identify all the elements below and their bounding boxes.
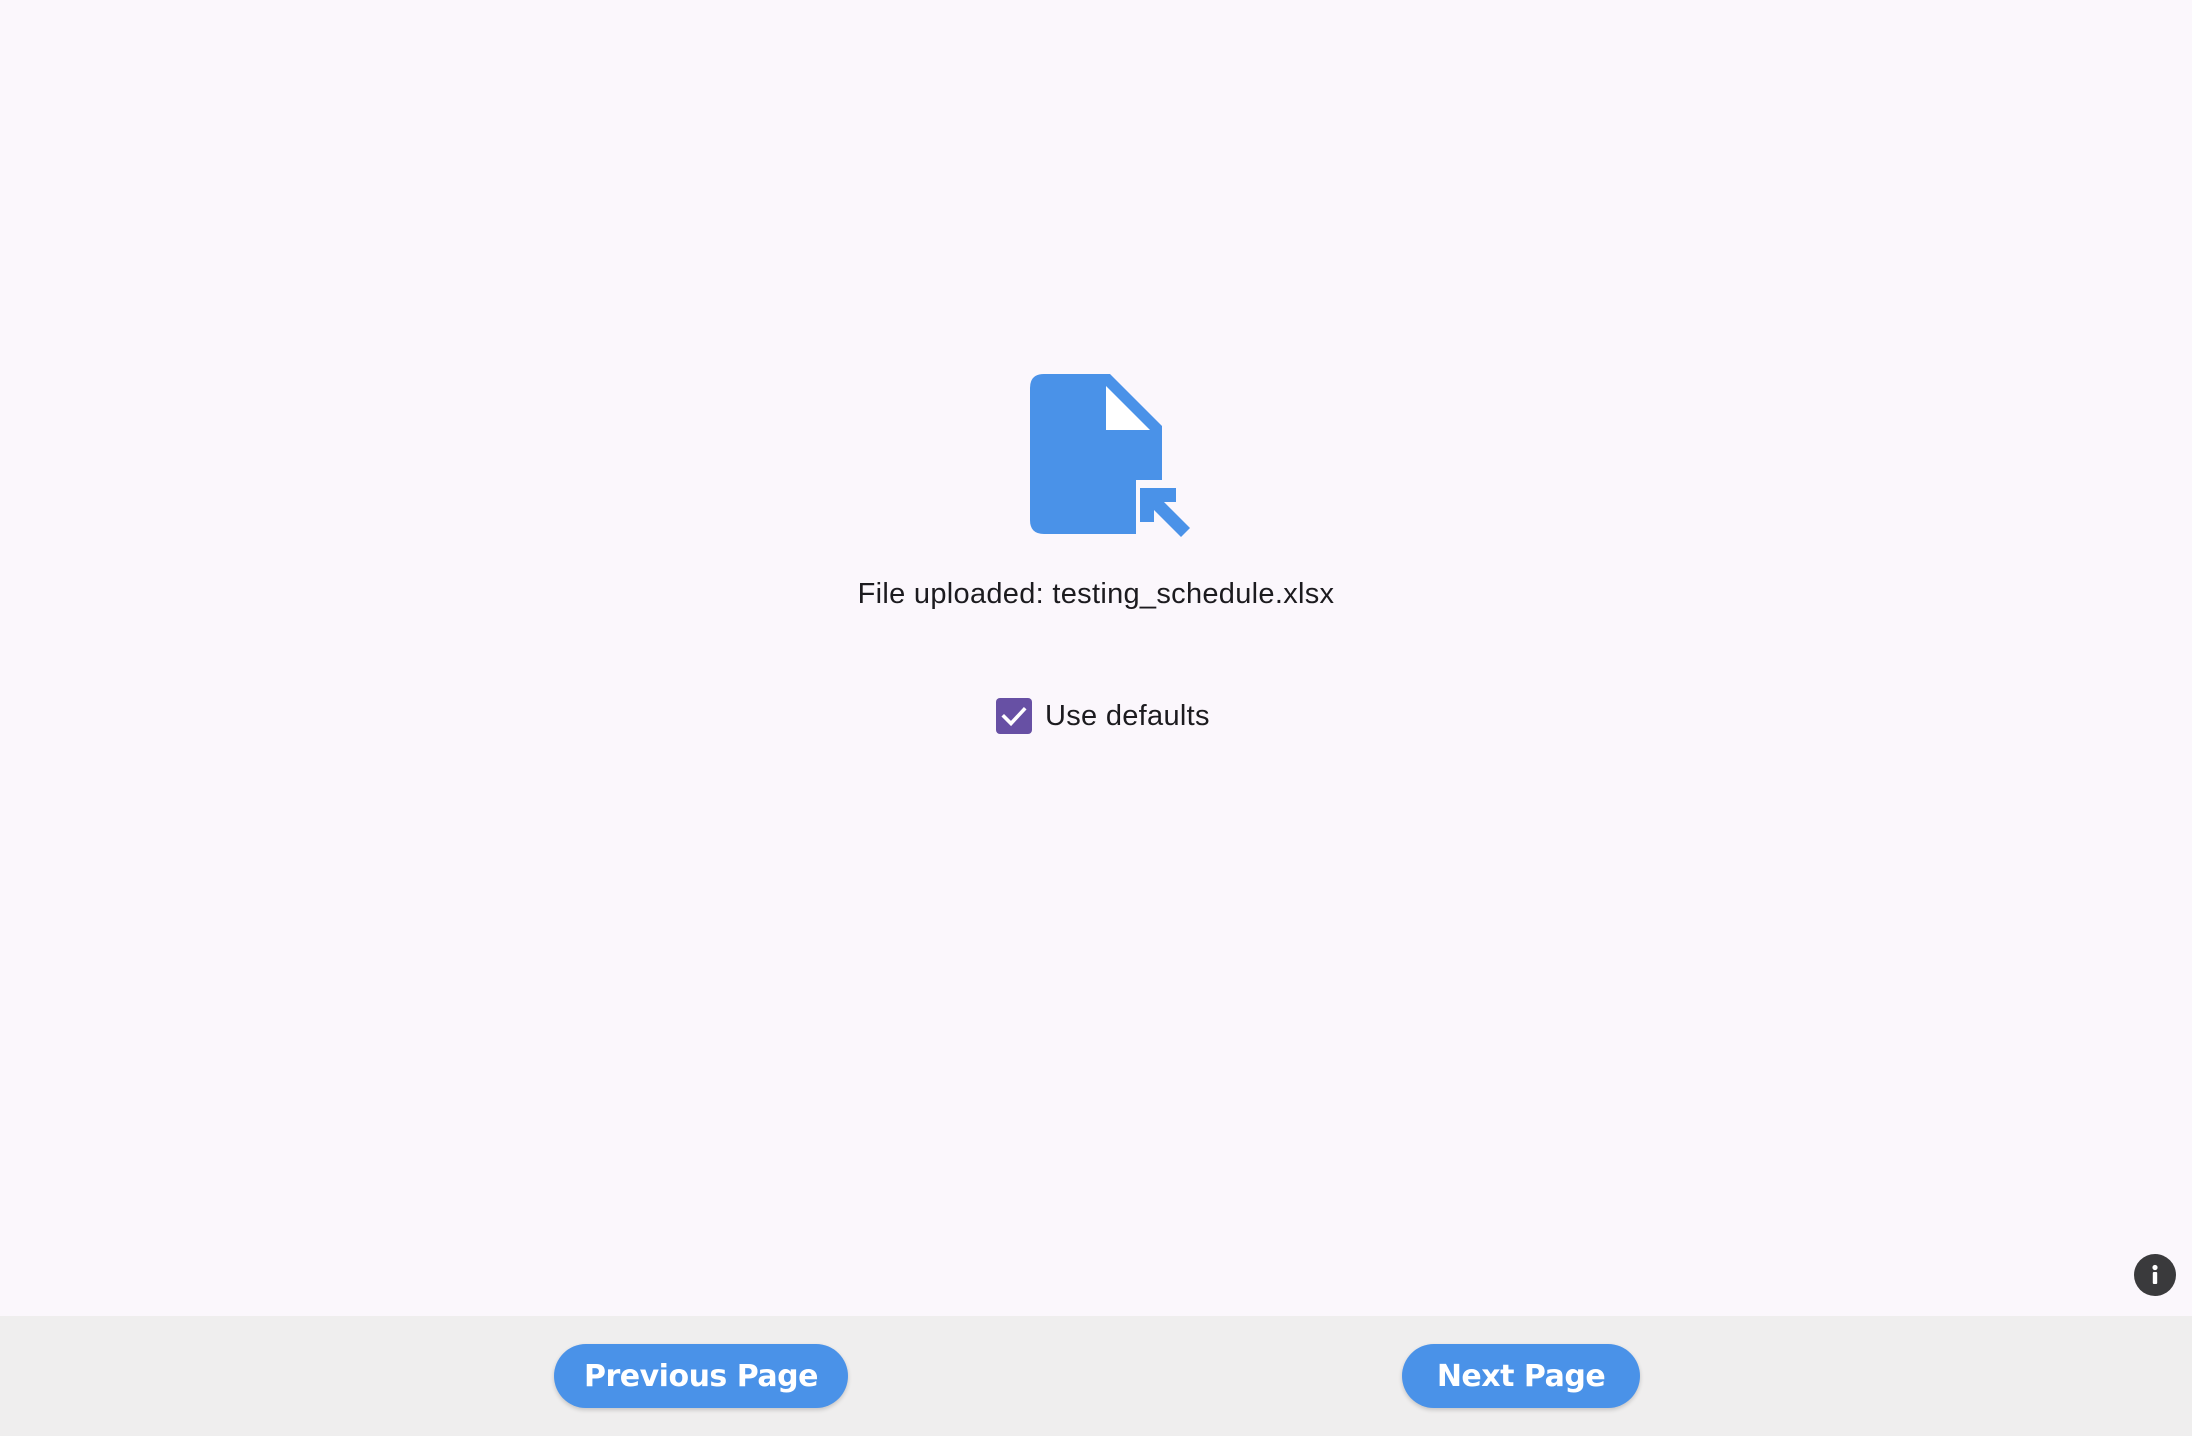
previous-page-button[interactable]: Previous Page [554,1344,848,1408]
app-window: File uploaded: testing_schedule.xlsx Use… [0,0,2192,1436]
use-defaults-option[interactable]: Use defaults [996,696,1210,736]
use-defaults-checkbox[interactable] [996,698,1032,734]
info-button[interactable] [2134,1254,2176,1296]
next-page-button[interactable]: Next Page [1402,1344,1640,1408]
checkmark-icon [1001,706,1027,727]
use-defaults-label: Use defaults [1045,700,1210,732]
info-icon [2152,1264,2158,1284]
upload-status-text: File uploaded: testing_schedule.xlsx [857,578,1335,610]
main-content: File uploaded: testing_schedule.xlsx Use… [0,0,2192,1316]
file-upload-icon [1026,370,1194,546]
bottom-navigation-bar: Previous Page Next Page [0,1316,2192,1436]
